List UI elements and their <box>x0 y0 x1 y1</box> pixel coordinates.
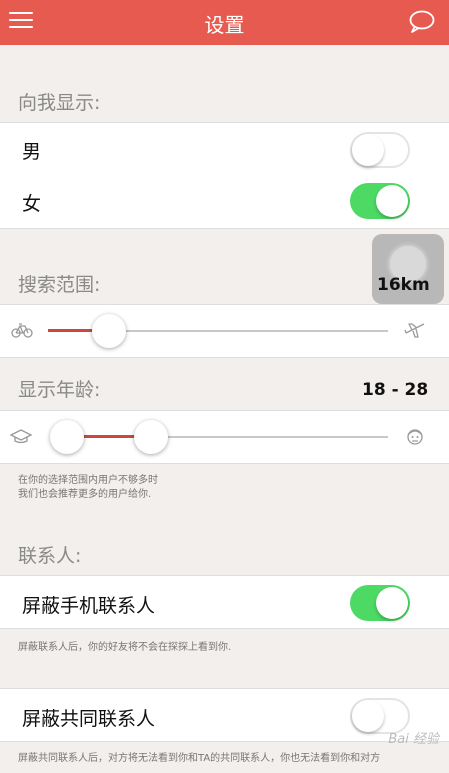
block-common-contacts-label: 屏蔽共同联系人 <box>22 708 156 730</box>
show-male-row: 男 <box>0 122 449 176</box>
search-range-slider-row <box>0 304 449 358</box>
search-range-value: 16km <box>377 275 430 295</box>
search-range-label: 搜索范围: <box>18 274 101 296</box>
age-max-handle[interactable] <box>134 420 169 454</box>
top-bar: 设置 <box>0 0 449 45</box>
block-phone-contacts-note: 屏蔽联系人后，你的好友将不会在探探上看到你. <box>18 642 232 653</box>
graduation-cap-icon <box>9 429 33 449</box>
block-phone-contacts-label: 屏蔽手机联系人 <box>22 595 156 617</box>
baidu-watermark: Bai 经验 <box>388 732 439 747</box>
male-label: 男 <box>22 141 42 163</box>
contacts-label: 联系人: <box>18 545 82 567</box>
show-me-label: 向我显示: <box>18 92 101 114</box>
bicycle-icon <box>11 322 33 342</box>
age-slider-row <box>0 410 449 464</box>
elder-face-icon <box>404 425 426 451</box>
show-male-toggle[interactable] <box>350 132 410 168</box>
age-label: 显示年龄: <box>18 379 101 401</box>
airplane-icon <box>404 321 426 343</box>
page-title: 设置 <box>204 13 245 37</box>
search-range-handle[interactable] <box>92 314 127 348</box>
age-range-value: 18 - 28 <box>362 380 429 400</box>
female-label: 女 <box>22 193 42 215</box>
block-common-contacts-note: 屏蔽共同联系人后，对方将无法看到你和TA的共同联系人，你也无法看到你和对方 <box>18 753 381 764</box>
show-female-toggle[interactable] <box>350 183 410 219</box>
age-note-line-1: 在你的选择范围内用户不够多时 <box>18 475 158 486</box>
block-common-contacts-row: 屏蔽共同联系人 <box>0 688 449 742</box>
block-phone-contacts-row: 屏蔽手机联系人 <box>0 575 449 629</box>
show-female-row: 女 <box>0 175 449 229</box>
chat-bubble-icon[interactable] <box>409 10 435 34</box>
age-note-line-2: 我们也会推荐更多的用户给你. <box>18 489 152 500</box>
distance-popover: 16km <box>372 234 444 304</box>
age-min-handle[interactable] <box>49 420 84 454</box>
block-phone-contacts-toggle[interactable] <box>350 585 410 621</box>
